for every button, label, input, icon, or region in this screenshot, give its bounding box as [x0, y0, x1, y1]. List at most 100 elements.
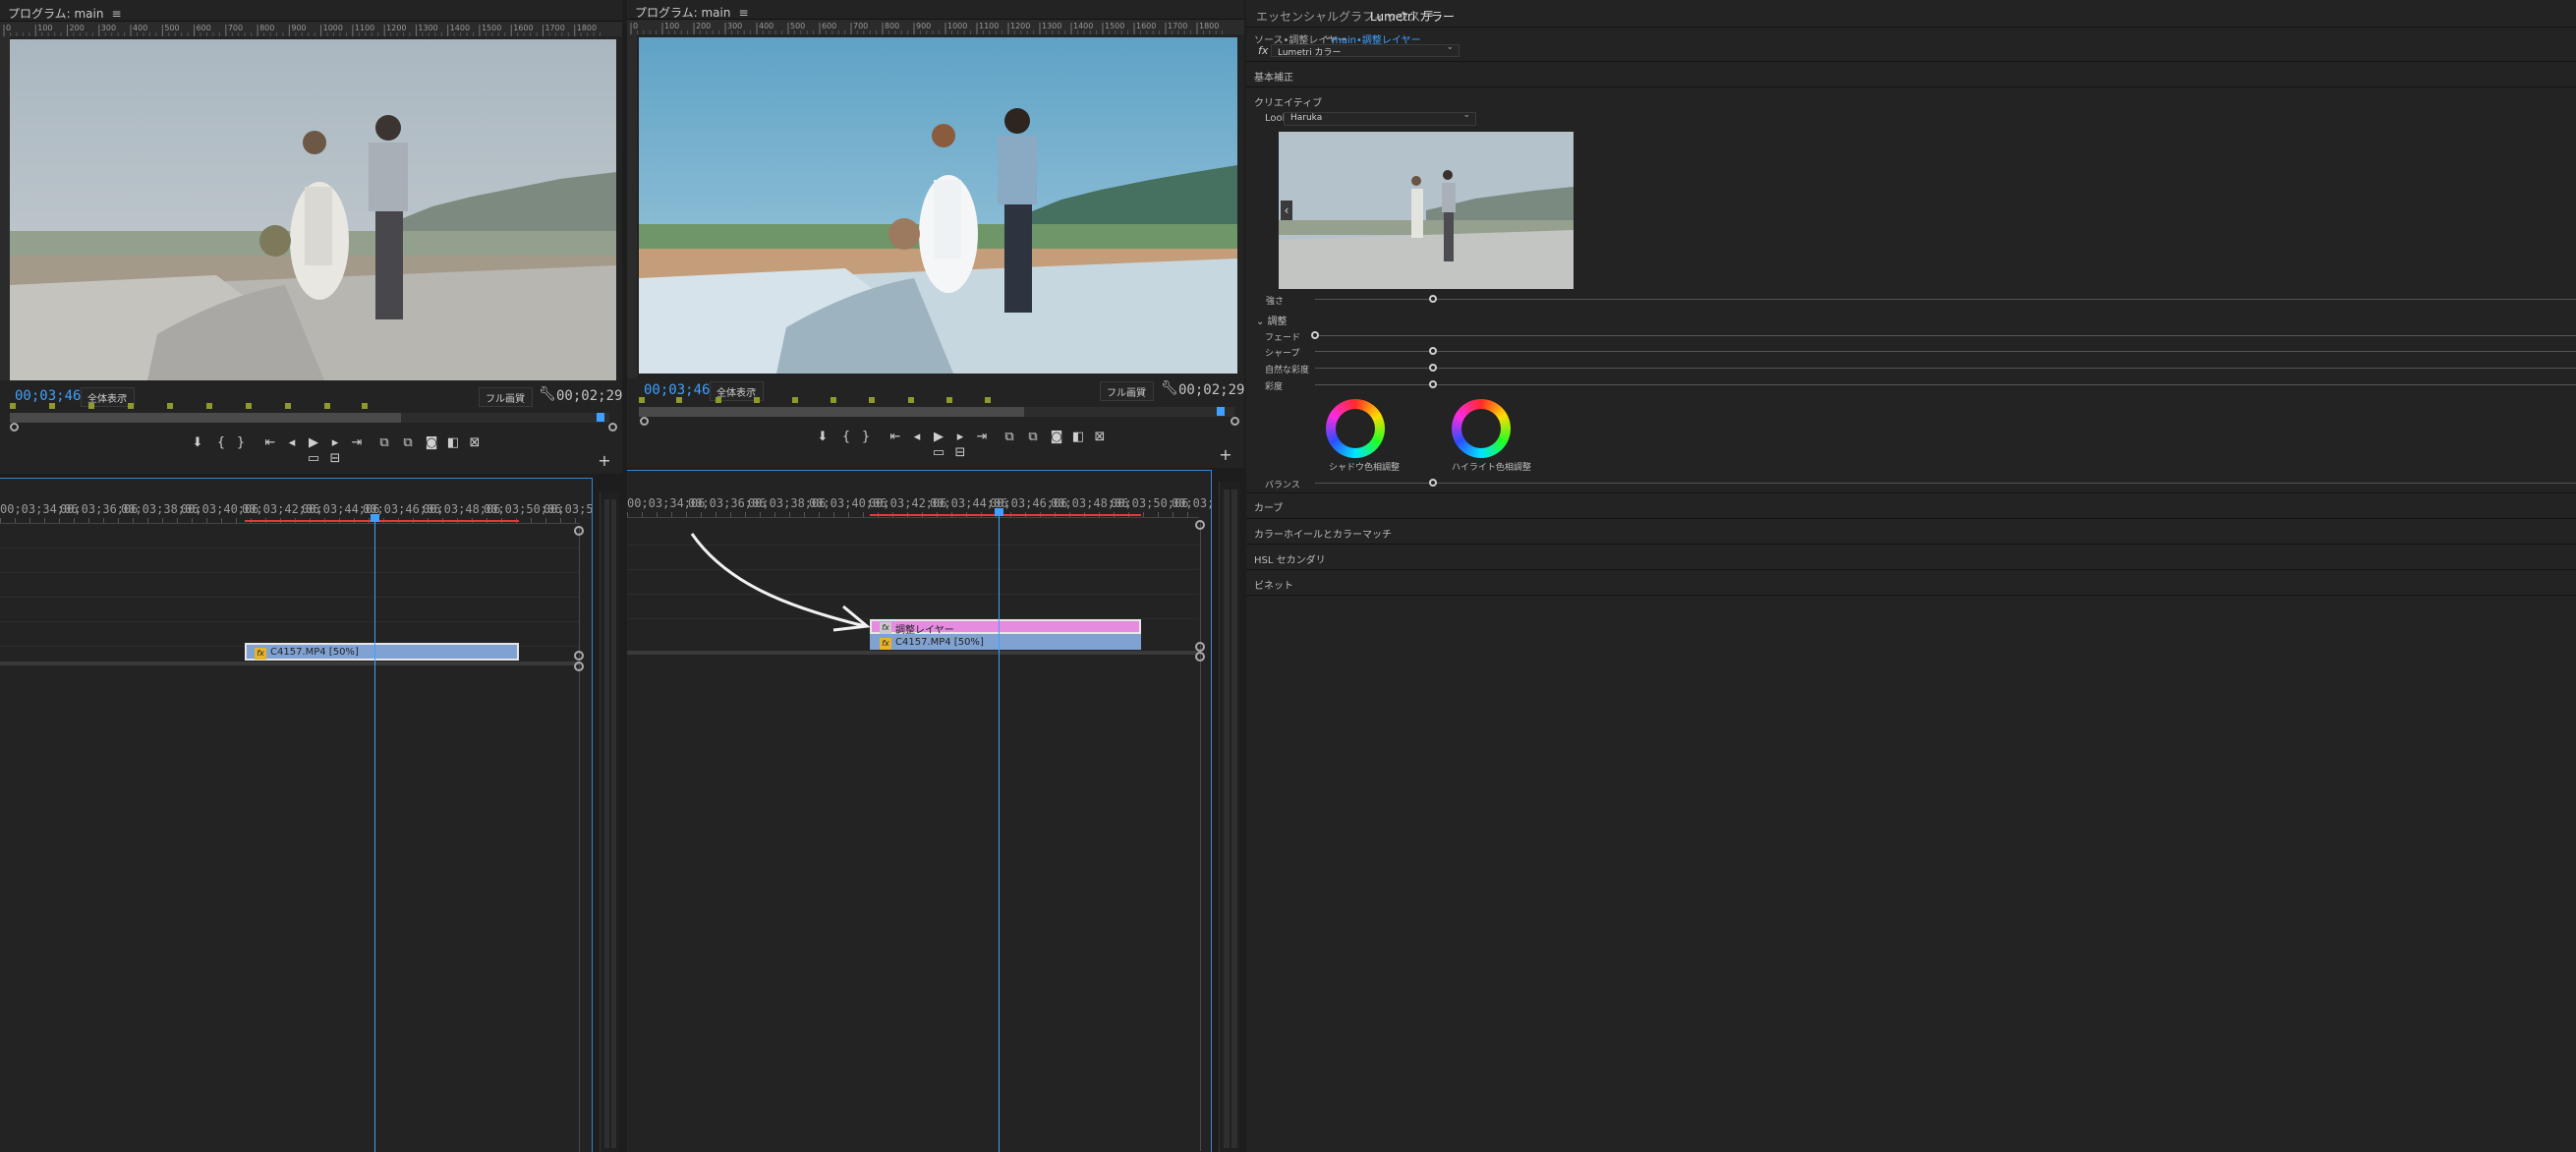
scroll-handle[interactable]	[1195, 642, 1205, 652]
right-inout-bar[interactable]	[870, 514, 1141, 516]
add-button-icon[interactable]: +	[1215, 444, 1236, 466]
adjust-section-toggle[interactable]: ⌄ 調整	[1256, 313, 1288, 327]
intensity-slider[interactable]	[1315, 299, 2576, 300]
go-to-out-icon[interactable]: ⇥	[346, 432, 368, 454]
section-creative[interactable]: クリエイティブ	[1254, 94, 1322, 109]
menu-icon[interactable]: ≡	[738, 6, 748, 20]
mark-out-icon[interactable]: }	[230, 432, 252, 454]
marker[interactable]	[985, 397, 991, 403]
extract-icon[interactable]: ⧉	[397, 432, 419, 454]
balance-knob[interactable]	[1429, 479, 1437, 487]
fx-toggle[interactable]: fx	[1258, 44, 1268, 57]
right-video-clip[interactable]: fx C4157.MP4 [50%]	[870, 634, 1141, 650]
marker[interactable]	[676, 397, 682, 403]
marker[interactable]	[285, 403, 291, 409]
compare-view-icon[interactable]: ◧	[442, 432, 464, 454]
right-quality-select[interactable]: フル画質 ⌄	[1100, 381, 1154, 401]
marker[interactable]	[246, 403, 252, 409]
left-playhead-line[interactable]	[374, 516, 375, 1152]
mark-out-icon[interactable]: }	[855, 427, 877, 448]
chevron-down-icon[interactable]: ⌄	[1323, 29, 1332, 42]
tab-lumetri-color[interactable]: Lumetri カラー	[1370, 8, 1455, 25]
vr-icon[interactable]: ⊟	[949, 442, 971, 464]
right-playhead-handle[interactable]	[995, 508, 1003, 516]
safe-margins-icon[interactable]: ▭	[303, 448, 324, 470]
extract-icon[interactable]: ⧉	[1022, 427, 1044, 448]
look-preview-thumbnail[interactable]	[1279, 132, 2576, 289]
lift-icon[interactable]: ⧉	[999, 427, 1020, 448]
saturation-knob[interactable]	[1429, 380, 1437, 388]
marker[interactable]	[324, 403, 330, 409]
camera-icon[interactable]: ◙	[421, 432, 442, 454]
marker[interactable]	[754, 397, 760, 403]
marker[interactable]	[830, 397, 836, 403]
left-zoom-handle-right[interactable]	[608, 423, 617, 432]
marker[interactable]	[88, 403, 94, 409]
left-playhead[interactable]	[597, 413, 604, 422]
scroll-handle[interactable]	[1195, 652, 1205, 662]
right-zoom-handle-left[interactable]	[640, 417, 649, 426]
look-select[interactable]: Haruka ⌄	[1284, 110, 1476, 126]
marker[interactable]	[49, 403, 55, 409]
marker[interactable]	[908, 397, 914, 403]
marker[interactable]	[792, 397, 798, 403]
marker[interactable]	[946, 397, 952, 403]
mark-in-icon[interactable]: {	[210, 432, 232, 454]
button-editor-icon[interactable]: ⊠	[1089, 427, 1111, 448]
left-timeline-ruler[interactable]: 00;03;34;06 00;03;36;06 00;03;38;06 00;0…	[0, 502, 592, 518]
right-timeline-ruler[interactable]: 00;03;34;06 00;03;36;06 00;03;38;06 00;0…	[627, 496, 1211, 512]
balance-slider[interactable]	[1315, 483, 2576, 484]
compare-view-icon[interactable]: ◧	[1067, 427, 1089, 448]
left-inout-bar[interactable]	[245, 520, 519, 522]
intensity-knob[interactable]	[1429, 295, 1437, 303]
add-marker-icon[interactable]: ⬇︎	[187, 432, 208, 454]
scroll-handle[interactable]	[1195, 520, 1205, 530]
right-zoom-handle-right[interactable]	[1231, 417, 1239, 426]
go-to-in-icon[interactable]: ⇤	[259, 432, 281, 454]
mark-in-icon[interactable]: {	[835, 427, 857, 448]
menu-icon[interactable]: ≡	[111, 7, 121, 21]
scroll-handle[interactable]	[574, 526, 584, 536]
section-basic-correction[interactable]: 基本補正	[1254, 69, 1293, 84]
add-button-icon[interactable]: +	[594, 450, 615, 472]
right-playhead-line[interactable]	[999, 510, 1000, 1152]
fade-slider[interactable]	[1315, 335, 2576, 336]
sharpen-knob[interactable]	[1429, 347, 1437, 355]
marker[interactable]	[639, 397, 645, 403]
wrench-icon[interactable]: 🔧︎	[1161, 380, 1178, 396]
right-scrub-bar[interactable]	[639, 407, 1234, 417]
lift-icon[interactable]: ⧉	[373, 432, 395, 454]
marker[interactable]	[362, 403, 368, 409]
section-color-wheels[interactable]: カラーホイールとカラーマッチ	[1254, 526, 1392, 541]
go-to-out-icon[interactable]: ⇥	[971, 427, 993, 448]
marker[interactable]	[167, 403, 173, 409]
right-timeline-scrollbar[interactable]	[1200, 522, 1201, 1151]
left-zoom-handle-left[interactable]	[10, 423, 19, 432]
marker[interactable]	[206, 403, 212, 409]
fade-knob[interactable]	[1311, 331, 1319, 339]
left-scrub-bar[interactable]	[10, 413, 609, 423]
button-editor-icon[interactable]: ⊠	[464, 432, 486, 454]
left-timeline-scrollbar[interactable]	[579, 528, 580, 1152]
look-prev-button[interactable]: ‹	[1281, 201, 1292, 220]
sharpen-slider[interactable]	[1315, 351, 2576, 352]
section-hsl-secondary[interactable]: HSL セカンダリ	[1254, 551, 1326, 566]
scroll-handle[interactable]	[574, 662, 584, 671]
add-marker-icon[interactable]: ⬇︎	[812, 427, 833, 448]
saturation-slider[interactable]	[1315, 384, 2576, 385]
marker[interactable]	[869, 397, 875, 403]
effect-select[interactable]: Lumetri カラー ⌄	[1271, 42, 1460, 58]
right-playhead[interactable]	[1217, 407, 1225, 416]
left-quality-select[interactable]: フル画質 ⌄	[479, 387, 533, 407]
section-curves[interactable]: カーブ	[1254, 499, 1283, 514]
scroll-handle[interactable]	[574, 651, 584, 661]
left-video-clip[interactable]: fx C4157.MP4 [50%]	[245, 643, 519, 661]
vibrance-knob[interactable]	[1429, 364, 1437, 372]
marker[interactable]	[716, 397, 721, 403]
wrench-icon[interactable]: 🔧︎	[539, 386, 556, 402]
highlight-tint-wheel[interactable]	[1452, 399, 1511, 458]
shadow-tint-wheel[interactable]	[1326, 399, 1385, 458]
safe-margins-icon[interactable]: ▭	[928, 442, 949, 464]
go-to-in-icon[interactable]: ⇤	[885, 427, 906, 448]
left-playhead-handle[interactable]	[371, 514, 379, 522]
